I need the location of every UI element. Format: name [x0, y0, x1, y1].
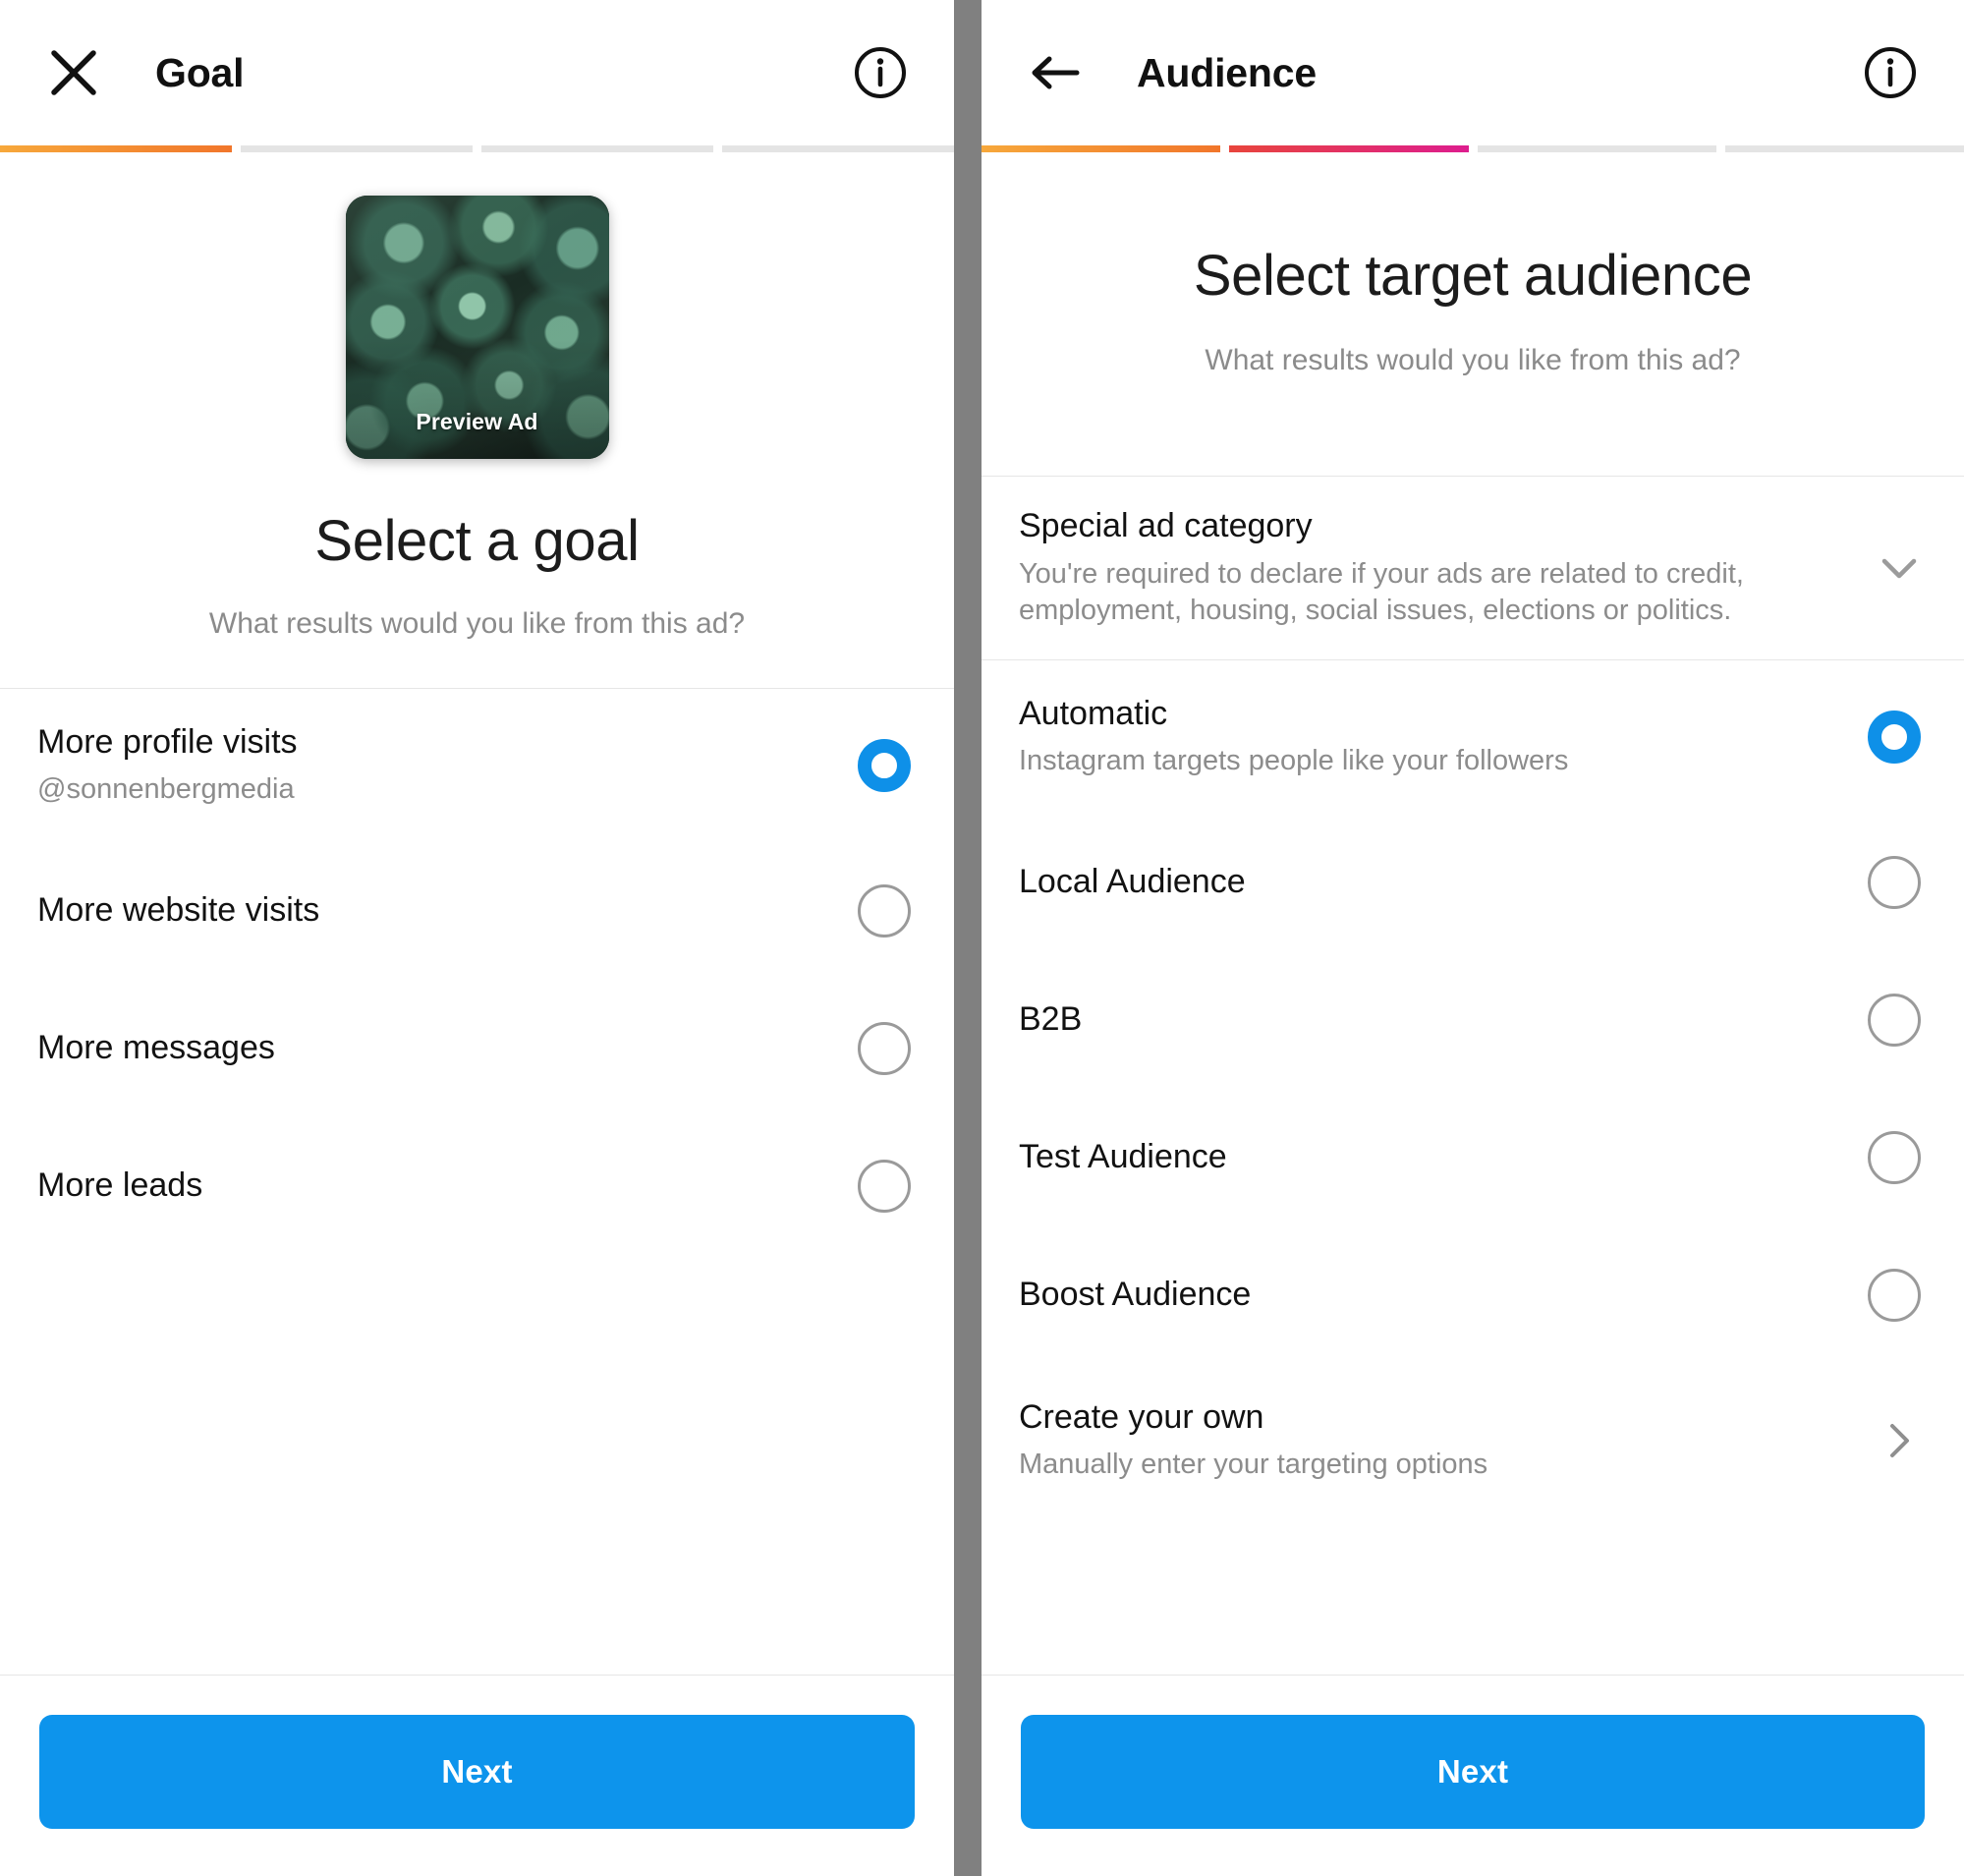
goal-option-texts: More leads	[37, 1165, 858, 1206]
audience-progress-bar	[982, 145, 1964, 152]
audience-option-radio[interactable]	[1868, 1269, 1921, 1322]
special-ad-category-texts: Special ad category You're required to d…	[1019, 506, 1872, 630]
audience-option-sublabel: Instagram targets people like your follo…	[1019, 745, 1569, 777]
next-button[interactable]: Next	[1021, 1715, 1925, 1829]
preview-ad-card[interactable]: Preview Ad	[345, 196, 609, 459]
chevron-down-icon[interactable]	[1872, 540, 1927, 596]
audience-option-label: Local Audience	[1019, 863, 1246, 901]
back-arrow-icon[interactable]	[1025, 42, 1086, 103]
info-icon[interactable]	[850, 42, 911, 103]
progress-segment-3	[481, 145, 713, 152]
audience-option-label: Boost Audience	[1019, 1276, 1252, 1314]
special-ad-category-row[interactable]: Special ad category You're required to d…	[982, 477, 1964, 659]
goal-option-texts: More messages	[37, 1028, 858, 1068]
audience-option-boost-audience[interactable]: Boost Audience	[982, 1226, 1964, 1364]
goal-option-radio[interactable]	[858, 1160, 911, 1213]
create-your-own-texts: Create your own Manually enter your targ…	[1019, 1397, 1872, 1484]
audience-option-radio[interactable]	[1868, 1131, 1921, 1184]
audience-option-b2b[interactable]: B2B	[982, 951, 1964, 1089]
goal-option-radio[interactable]	[858, 1022, 911, 1075]
progress-segment-2	[1229, 145, 1469, 152]
goal-footer: Next	[0, 1675, 954, 1876]
audience-hero: Select target audience What results woul…	[982, 152, 1964, 476]
goal-option-more-messages[interactable]: More messages	[0, 980, 954, 1117]
page-title: Goal	[155, 49, 245, 95]
audience-screen: Audience Select target audience What res…	[982, 0, 1964, 1876]
goal-option-radio[interactable]	[858, 884, 911, 938]
audience-body-filler	[982, 1517, 1964, 1675]
audience-subheading: What results would you like from this ad…	[1205, 344, 1741, 376]
goal-option-more-profile-visits[interactable]: More profile visits @sonnenbergmedia	[0, 689, 954, 842]
goal-option-label: More profile visits	[37, 722, 298, 761]
preview-ad-overlay	[345, 340, 609, 459]
goal-option-radio-selected[interactable]	[858, 739, 911, 792]
special-ad-category-description: You're required to declare if your ads a…	[1019, 557, 1744, 627]
audience-option-texts: Test Audience	[1019, 1137, 1868, 1177]
audience-option-texts: Boost Audience	[1019, 1275, 1868, 1315]
progress-segment-4	[1724, 145, 1964, 152]
progress-segment-2	[241, 145, 473, 152]
audience-app-bar: Audience	[982, 0, 1964, 145]
audience-option-label: Test Audience	[1019, 1138, 1227, 1176]
chevron-right-icon[interactable]	[1872, 1413, 1927, 1468]
goal-option-more-leads[interactable]: More leads	[0, 1117, 954, 1255]
audience-footer: Next	[982, 1675, 1964, 1876]
audience-option-radio[interactable]	[1868, 856, 1921, 909]
create-your-own-sublabel: Manually enter your targeting options	[1019, 1449, 1488, 1481]
progress-segment-1	[982, 145, 1221, 152]
create-your-own-label: Create your own	[1019, 1397, 1264, 1436]
audience-option-texts: Automatic Instagram targets people like …	[1019, 694, 1868, 780]
audience-option-label: Automatic	[1019, 694, 1168, 732]
progress-segment-4	[722, 145, 954, 152]
goal-progress-bar	[0, 145, 954, 152]
audience-option-test-audience[interactable]: Test Audience	[982, 1089, 1964, 1226]
audience-option-automatic[interactable]: Automatic Instagram targets people like …	[982, 660, 1964, 814]
audience-option-texts: Local Audience	[1019, 862, 1868, 902]
goal-body-filler	[0, 1255, 954, 1675]
goal-app-bar: Goal	[0, 0, 954, 145]
goal-option-label: More leads	[37, 1166, 203, 1205]
goal-option-label: More website visits	[37, 891, 320, 930]
close-icon[interactable]	[43, 42, 104, 103]
goal-option-sublabel: @sonnenbergmedia	[37, 773, 295, 806]
progress-segment-1	[0, 145, 232, 152]
goal-body: Preview Ad Select a goal What results wo…	[0, 152, 954, 1675]
next-button[interactable]: Next	[39, 1715, 915, 1829]
info-icon[interactable]	[1860, 42, 1921, 103]
special-ad-category-label: Special ad category	[1019, 507, 1313, 545]
goal-option-more-website-visits[interactable]: More website visits	[0, 842, 954, 980]
audience-option-radio[interactable]	[1868, 994, 1921, 1047]
goal-heading: Select a goal	[314, 509, 640, 573]
goal-option-texts: More website visits	[37, 890, 858, 931]
create-your-own-row[interactable]: Create your own Manually enter your targ…	[982, 1364, 1964, 1517]
dual-screenshot-container: Goal Preview Ad Select a goal What resul…	[0, 0, 1964, 1876]
audience-option-radio-selected[interactable]	[1868, 711, 1921, 764]
audience-heading: Select target audience	[1193, 244, 1753, 308]
goal-option-texts: More profile visits @sonnenbergmedia	[37, 722, 858, 809]
audience-option-label: B2B	[1019, 1000, 1083, 1039]
goal-hero: Preview Ad Select a goal What results wo…	[0, 152, 954, 688]
goal-option-label: More messages	[37, 1029, 275, 1067]
page-title: Audience	[1137, 49, 1317, 95]
goal-subheading: What results would you like from this ad…	[208, 607, 746, 640]
preview-ad-label: Preview Ad	[416, 409, 538, 434]
audience-body: Select target audience What results woul…	[982, 152, 1964, 1675]
audience-option-local-audience[interactable]: Local Audience	[982, 814, 1964, 951]
progress-segment-3	[1477, 145, 1716, 152]
goal-screen: Goal Preview Ad Select a goal What resul…	[0, 0, 954, 1876]
screenshot-divider	[954, 0, 982, 1876]
audience-option-texts: B2B	[1019, 999, 1868, 1040]
